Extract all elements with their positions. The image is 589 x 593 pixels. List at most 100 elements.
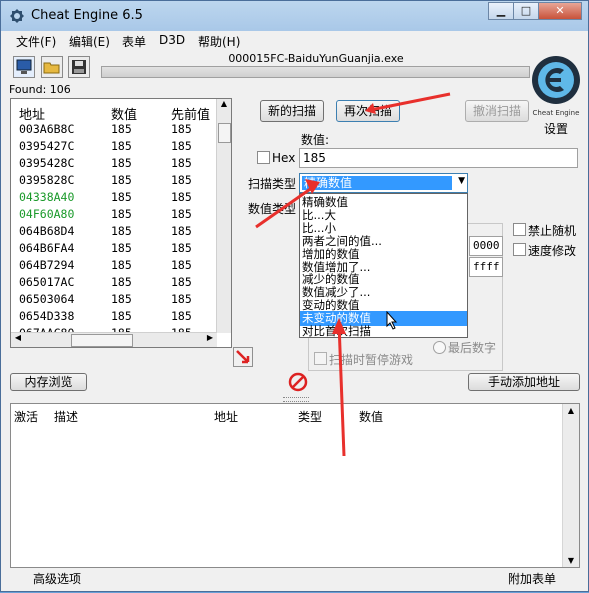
value-type-label: 数值类型 bbox=[248, 202, 297, 216]
open-file-button[interactable] bbox=[41, 56, 63, 78]
row-previous: 185 bbox=[171, 156, 192, 170]
start-address-input[interactable]: 0000 bbox=[469, 236, 503, 256]
scan-type-label: 扫描类型 bbox=[248, 177, 297, 191]
list-item[interactable]: 04F60A80 185 185 bbox=[11, 206, 217, 223]
status-bar: 高级选项 附加表单 bbox=[2, 569, 588, 591]
row-address: 06503064 bbox=[19, 292, 75, 306]
header-type[interactable]: 类型 bbox=[298, 408, 322, 425]
list-item[interactable]: 0654D338 185 185 bbox=[11, 308, 217, 325]
menu-file[interactable]: 文件(F) bbox=[16, 33, 56, 50]
no-entry-icon bbox=[288, 372, 308, 392]
hex-checkbox[interactable] bbox=[257, 151, 270, 164]
open-process-button[interactable] bbox=[13, 56, 35, 78]
svg-text:Cheat Engine: Cheat Engine bbox=[533, 109, 580, 117]
scan-progress-bar bbox=[101, 66, 530, 78]
row-previous: 185 bbox=[171, 224, 192, 238]
value-input[interactable]: 185 bbox=[299, 148, 578, 168]
row-value: 185 bbox=[111, 122, 132, 136]
stop-random-checkbox[interactable] bbox=[513, 223, 526, 236]
scan-type-select[interactable]: 精确数值 ▼ bbox=[299, 173, 468, 193]
row-previous: 185 bbox=[171, 292, 192, 306]
close-button[interactable]: ✕ bbox=[538, 2, 582, 20]
speed-hack-label: 速度修改 bbox=[528, 244, 577, 258]
cheat-table-vscrollbar[interactable]: ▲ ▼ bbox=[562, 404, 579, 567]
row-address: 0395828C bbox=[19, 173, 75, 187]
add-to-list-button[interactable] bbox=[233, 347, 253, 367]
scan-type-dropdown-list: 精确数值 比...大 比...小 两者之间的值... 增加的数值 数值增加了... 减少的数… bbox=[299, 193, 468, 338]
folder-open-icon bbox=[43, 62, 60, 74]
stop-address-input[interactable]: ffff bbox=[469, 257, 503, 277]
row-address: 003A6B8C bbox=[19, 122, 75, 136]
row-value: 185 bbox=[111, 224, 132, 238]
list-item[interactable]: 0395427C 185 185 bbox=[11, 138, 217, 155]
speed-hack-checkbox[interactable] bbox=[513, 243, 526, 256]
list-item[interactable]: 065017AC 185 185 bbox=[11, 274, 217, 291]
maximize-button[interactable]: □ bbox=[513, 2, 539, 20]
floppy-disk-icon bbox=[72, 60, 86, 74]
advanced-options-button[interactable]: 高级选项 bbox=[33, 570, 81, 587]
menu-help[interactable]: 帮助(H) bbox=[198, 33, 240, 50]
window-title: Cheat Engine 6.5 bbox=[31, 8, 143, 23]
row-previous: 185 bbox=[171, 207, 192, 221]
row-previous: 185 bbox=[171, 173, 192, 187]
table-extras-button[interactable]: 附加表单 bbox=[508, 570, 556, 587]
title-bar: Cheat Engine 6.5 ▁ □ ✕ bbox=[1, 1, 588, 31]
memory-view-button[interactable]: 内存浏览 bbox=[10, 373, 87, 391]
menu-d3d[interactable]: D3D bbox=[159, 33, 185, 47]
cheat-table[interactable]: 激活 描述 地址 类型 数值 ▲ ▼ bbox=[10, 403, 580, 568]
cheat-table-header: 激活 描述 地址 类型 数值 bbox=[11, 404, 563, 426]
splitter-handle[interactable] bbox=[283, 397, 309, 402]
row-previous: 185 bbox=[171, 241, 192, 255]
header-description[interactable]: 描述 bbox=[54, 408, 78, 425]
menu-table[interactable]: 表单 bbox=[122, 33, 146, 50]
header-table-address[interactable]: 地址 bbox=[214, 408, 238, 425]
found-list-vscrollbar[interactable]: ▲ bbox=[216, 99, 231, 333]
hex-label: Hex bbox=[272, 151, 296, 165]
cheat-engine-settings-logo-icon[interactable]: Cheat Engine bbox=[529, 53, 581, 121]
row-value: 185 bbox=[111, 241, 132, 255]
found-count: Found: 106 bbox=[9, 83, 71, 96]
row-value: 185 bbox=[111, 156, 132, 170]
row-address: 0654D338 bbox=[19, 309, 75, 323]
header-active[interactable]: 激活 bbox=[14, 408, 38, 425]
last-digit-label: 最后数字 bbox=[448, 341, 497, 355]
undo-scan-button[interactable]: 撤消扫描 bbox=[465, 100, 529, 122]
row-value: 185 bbox=[111, 190, 132, 204]
stop-random-label: 禁止随机 bbox=[528, 224, 577, 238]
new-scan-button[interactable]: 新的扫描 bbox=[260, 100, 324, 122]
settings-label[interactable]: 设置 bbox=[544, 120, 568, 137]
list-item[interactable]: 064B7294 185 185 bbox=[11, 257, 217, 274]
found-list-header: 地址 数值 先前值 bbox=[11, 99, 231, 123]
row-value: 185 bbox=[111, 258, 132, 272]
computer-icon bbox=[16, 59, 32, 74]
list-item[interactable]: 04338A40 185 185 bbox=[11, 189, 217, 206]
clear-list-button[interactable] bbox=[288, 372, 308, 392]
save-button[interactable] bbox=[68, 56, 90, 78]
row-address: 0395427C bbox=[19, 139, 75, 153]
row-previous: 185 bbox=[171, 122, 192, 136]
minimize-button[interactable]: ▁ bbox=[488, 2, 514, 20]
header-table-value[interactable]: 数值 bbox=[359, 408, 383, 425]
row-value: 185 bbox=[111, 275, 132, 289]
row-value: 185 bbox=[111, 292, 132, 306]
pause-game-label: 扫描时暂停游戏 bbox=[329, 353, 414, 367]
list-item[interactable]: 003A6B8C 185 185 bbox=[11, 121, 217, 138]
list-item[interactable]: 0395428C 185 185 bbox=[11, 155, 217, 172]
list-item[interactable]: 064B68D4 185 185 bbox=[11, 223, 217, 240]
row-previous: 185 bbox=[171, 275, 192, 289]
pause-game-checkbox[interactable] bbox=[314, 352, 327, 365]
menu-edit[interactable]: 编辑(E) bbox=[69, 33, 110, 50]
last-digit-radio[interactable] bbox=[433, 341, 446, 354]
add-address-manually-button[interactable]: 手动添加地址 bbox=[468, 373, 580, 391]
row-address: 0395428C bbox=[19, 156, 75, 170]
found-list-hscrollbar[interactable]: ◀ ▶ bbox=[11, 332, 217, 347]
list-item[interactable]: 064B6FA4 185 185 bbox=[11, 240, 217, 257]
row-previous: 185 bbox=[171, 139, 192, 153]
next-scan-button[interactable]: 再次扫描 bbox=[336, 100, 400, 122]
found-address-list[interactable]: 地址 数值 先前值 003A6B8C 185 185 0395427C 185 185 03… bbox=[10, 98, 232, 348]
red-arrow-icon bbox=[236, 350, 250, 364]
row-address: 065017AC bbox=[19, 275, 75, 289]
list-item[interactable]: 0395828C 185 185 bbox=[11, 172, 217, 189]
list-item[interactable]: 06503064 185 185 bbox=[11, 291, 217, 308]
scan-type-option[interactable]: 对比首次扫描 bbox=[300, 324, 467, 339]
